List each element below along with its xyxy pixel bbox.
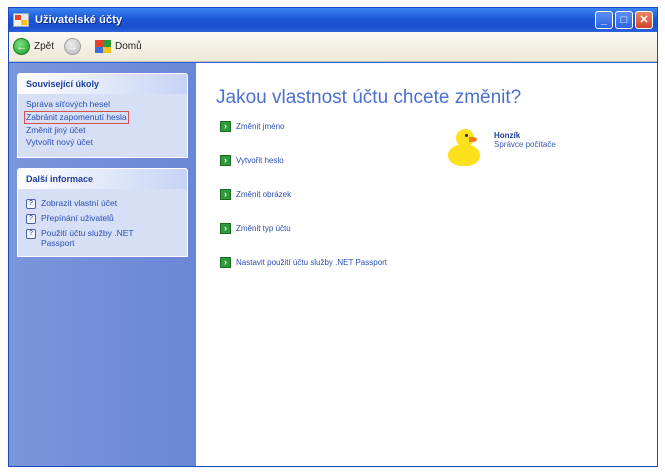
home-icon — [95, 40, 112, 53]
user-card: Honzík Správce počítače — [446, 129, 556, 167]
link-create-new-account[interactable]: Vytvořit nový účet — [26, 137, 179, 148]
home-label: Domů — [115, 41, 142, 52]
help-icon: ? — [26, 229, 36, 239]
green-arrow-icon: › — [220, 155, 231, 166]
home-button[interactable]: Domů — [95, 40, 142, 53]
task-change-name[interactable]: › Změnit jméno — [220, 121, 284, 132]
info-switch-users[interactable]: ? Přepínání uživatelů — [26, 213, 179, 224]
duck-avatar-icon — [446, 129, 482, 167]
related-tasks-list: Správa síťových hesel Zabránit zapomenut… — [18, 94, 187, 157]
main-panel: Jakou vlastnost účtu chcete změnit? › Zm… — [196, 63, 657, 466]
task-label: Změnit obrázek — [236, 190, 292, 199]
back-button[interactable]: ← Zpět — [13, 38, 54, 55]
back-arrow-icon: ← — [13, 38, 30, 55]
minimize-button[interactable]: _ — [595, 11, 613, 29]
window-title: Uživatelské účty — [35, 14, 123, 26]
task-label: Změnit typ účtu — [236, 224, 291, 233]
task-label: Změnit jméno — [236, 122, 285, 131]
link-change-another-account[interactable]: Změnit jiný účet — [26, 125, 179, 136]
related-tasks-heading[interactable]: Související úkoly — [18, 74, 187, 94]
green-arrow-icon: › — [220, 189, 231, 200]
back-label: Zpět — [34, 41, 55, 52]
page-title: Jakou vlastnost účtu chcete změnit? — [216, 87, 522, 108]
close-button[interactable]: ✕ — [635, 11, 653, 29]
link-manage-network-passwords[interactable]: Správa síťových hesel — [26, 99, 179, 110]
task-create-password[interactable]: › Vytvořit heslo — [220, 155, 284, 166]
related-tasks-panel: Související úkoly Správa síťových hesel … — [17, 73, 188, 158]
caption-buttons: _ □ ✕ — [595, 11, 653, 29]
title-bar[interactable]: Uživatelské účty _ □ ✕ — [9, 8, 657, 32]
info-label: Použití účtu služby .NET Passport — [41, 228, 134, 248]
more-info-heading[interactable]: Další informace — [18, 169, 187, 189]
task-label: Nastavit použití účtu služby .NET Passpo… — [236, 258, 388, 267]
link-prevent-forgotten-password[interactable]: Zabránit zapomenutí hesla — [24, 111, 129, 124]
user-role: Správce počítače — [494, 140, 556, 149]
info-label: Zobrazit vlastní účet — [41, 198, 118, 208]
info-view-own-account[interactable]: ? Zobrazit vlastní účet — [26, 198, 179, 209]
info-label: Přepínání uživatelů — [41, 213, 114, 223]
more-info-list: ? Zobrazit vlastní účet ? Přepínání uživ… — [18, 189, 187, 256]
task-label: Vytvořit heslo — [236, 156, 284, 165]
task-pane: Související úkoly Správa síťových hesel … — [9, 63, 196, 466]
task-change-account-type[interactable]: › Změnit typ účtu — [220, 223, 291, 234]
green-arrow-icon: › — [220, 223, 231, 234]
toolbar: ← Zpět → Domů — [9, 32, 657, 62]
info-net-passport[interactable]: ? Použití účtu služby .NET Passport — [26, 228, 179, 248]
user-accounts-window: Uživatelské účty _ □ ✕ ← Zpět → Domů Sou… — [8, 7, 658, 467]
help-icon: ? — [26, 199, 36, 209]
help-icon: ? — [26, 214, 36, 224]
forward-arrow-icon: → — [64, 38, 82, 55]
user-name: Honzík — [494, 131, 521, 140]
green-arrow-icon: › — [220, 121, 231, 132]
content-area: Související úkoly Správa síťových hesel … — [9, 63, 657, 466]
more-info-panel: Další informace ? Zobrazit vlastní účet … — [17, 168, 188, 257]
user-accounts-icon — [13, 13, 29, 27]
maximize-button[interactable]: □ — [615, 11, 633, 29]
task-change-picture[interactable]: › Změnit obrázek — [220, 189, 291, 200]
forward-button[interactable]: → — [64, 38, 85, 55]
task-set-net-passport[interactable]: › Nastavit použití účtu služby .NET Pass… — [220, 257, 387, 268]
green-arrow-icon: › — [220, 257, 231, 268]
user-details: Honzík Správce počítače — [494, 129, 556, 167]
